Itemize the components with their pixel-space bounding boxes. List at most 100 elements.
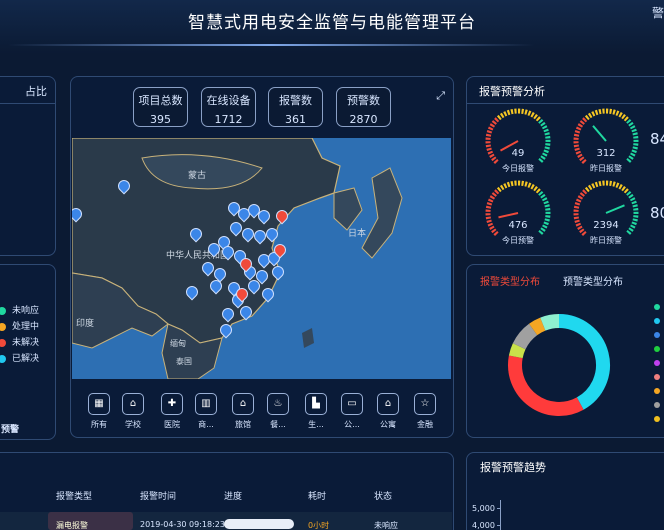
header-divider (8, 44, 534, 46)
left-top-label: 占比 (25, 85, 47, 98)
gauge-segment (503, 183, 508, 189)
gauge-segment (591, 183, 596, 189)
side-value: 84 (650, 130, 664, 148)
gauge-segment (543, 128, 549, 133)
table-header-progress: 进度 (224, 492, 243, 502)
gauge-segment (540, 193, 546, 199)
gauge-segment (618, 112, 623, 118)
table-header-duration: 耗时 (308, 492, 327, 502)
hospital-icon: ✚ (161, 393, 183, 415)
gauge-segment (506, 181, 511, 188)
status-legend-panel: 未响应 处理中 未解决 已解决 预警 (0, 264, 56, 440)
gauge-segment (486, 129, 493, 134)
gauge-segment (621, 185, 626, 192)
status-dot-icon (0, 306, 6, 315)
fullscreen-icon[interactable]: ⤢ (436, 89, 445, 103)
stat-alarm-count: 报警数 361 (268, 87, 323, 127)
gauge-segment (632, 132, 638, 136)
gauge-segment (491, 120, 497, 125)
table-cell-time: 2019-04-30 09:18:23 (140, 520, 225, 529)
tab-warning-type[interactable]: 预警类型分布 (563, 273, 623, 288)
gauge-segment (615, 182, 620, 188)
gauge-segment (541, 197, 548, 202)
category-all-button[interactable]: ▦ 所有 (86, 393, 112, 430)
category-production-button[interactable]: ▙ 生... (303, 393, 329, 430)
gauge-segment (574, 129, 581, 134)
alarm-analysis-title: 报警预警分析 (479, 85, 545, 98)
gauge-segment (623, 188, 629, 194)
legend-dot-icon (654, 416, 660, 422)
gauge-segment (626, 158, 632, 163)
gauge-segment (503, 111, 508, 117)
gauge-segment (538, 190, 544, 196)
gauge-segment (632, 204, 638, 208)
gauge-segment (581, 231, 587, 236)
legend-dot-icon (654, 304, 660, 310)
category-school-button[interactable]: ⌂ 学校 (120, 393, 146, 430)
gauge-segment (527, 110, 532, 116)
gauge-segment (629, 197, 636, 202)
gauge-segment (591, 111, 596, 117)
gauge-needle (498, 212, 519, 219)
stat-project-total: 项目总数 395 (133, 87, 188, 127)
status-dot-icon (0, 338, 6, 347)
map-label-thailand: 泰国 (176, 357, 192, 366)
legend-dot-icon (654, 402, 660, 408)
progress-bar (224, 519, 294, 529)
gauge-segment (524, 181, 528, 187)
gauge-segment (612, 181, 616, 187)
category-hotel-button[interactable]: ⌂ 旅馆 (230, 393, 256, 430)
school-icon: ⌂ (122, 393, 144, 415)
trend-tick: 5,000 (472, 504, 495, 513)
legend-item: 处理中 (0, 319, 39, 332)
gauge-segment (524, 109, 528, 115)
gauge-segment (538, 230, 544, 235)
building-icon: ▥ (195, 393, 217, 415)
category-restaurant-button[interactable]: ♨ 餐... (265, 393, 291, 430)
gauge-segment (530, 112, 535, 118)
gauge-segment (489, 195, 496, 200)
category-commercial-button[interactable]: ▥ 商... (193, 393, 219, 430)
gauge-segment (544, 204, 550, 208)
gauge-segment (538, 158, 544, 163)
gauge-segment (626, 190, 632, 196)
gauge-label: 昨日报警 (590, 164, 622, 173)
status-dot-icon (0, 354, 6, 363)
gauge-segment (527, 182, 532, 188)
category-apartment-button[interactable]: ⌂ 公寓 (375, 393, 401, 430)
table-header-type: 报警类型 (56, 492, 93, 502)
gauge-segment (496, 186, 502, 193)
category-finance-button[interactable]: ☆ 金融 (412, 393, 438, 430)
distribution-donut (508, 314, 610, 416)
gauge-segment (491, 192, 497, 197)
category-hospital-button[interactable]: ✚ 医院 (159, 393, 185, 430)
tab-alarm-type[interactable]: 报警类型分布 (480, 273, 540, 288)
donut-slice (508, 355, 584, 416)
gauge-segment (535, 188, 541, 194)
gauge-value: 476 (508, 220, 528, 231)
table-header-time: 报警时间 (140, 492, 177, 502)
hotel-icon: ⌂ (232, 393, 254, 415)
legend-item: 未响应 (0, 303, 39, 316)
legend-item: 未解决 (0, 335, 39, 348)
gauge-segment (582, 189, 588, 195)
gauge-segment (486, 201, 493, 206)
map-view[interactable]: 蒙古 中华人民共和国 日本 印度 缅甸 泰国 (72, 138, 451, 379)
gauge-segment (499, 112, 505, 119)
gauge-segment (494, 189, 500, 195)
grid-icon: ▦ (88, 393, 110, 415)
page-title: 智慧式用电安全监管与电能管理平台 (188, 13, 476, 33)
gauge-segment (538, 118, 544, 124)
table-cell-type: 漏电报警 (56, 521, 88, 530)
header-corner-text: 警 (651, 6, 664, 20)
legend-dot-icon (654, 318, 660, 324)
gauge-segment (584, 114, 590, 121)
gauge-segment (543, 200, 549, 205)
gauge-segment (530, 184, 535, 190)
category-public-button[interactable]: ▭ 公... (339, 393, 365, 430)
gauge-segment (612, 109, 616, 115)
gauge-segment (615, 110, 620, 116)
gauge-segment (496, 114, 502, 121)
gauge-segment (533, 185, 538, 192)
gauge-segment (581, 159, 587, 164)
